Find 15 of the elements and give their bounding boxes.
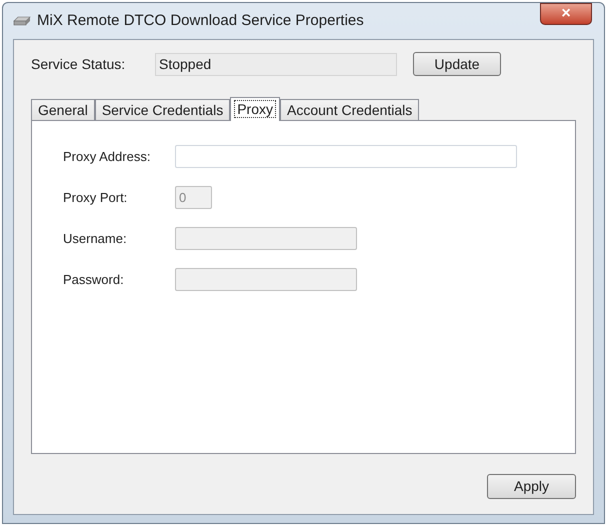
field-label: Password: — [63, 270, 125, 289]
tab[interactable]: Service Credentials — [94, 99, 230, 120]
status-label: Service Status: — [31, 54, 126, 74]
apply-button[interactable]: Apply — [487, 474, 576, 499]
text-field[interactable] — [175, 145, 517, 168]
tab[interactable]: Account Credentials — [280, 99, 420, 120]
field-label: Proxy Port: — [63, 188, 128, 207]
tab[interactable]: General — [31, 99, 95, 120]
status-field: Stopped — [155, 52, 397, 76]
drive-icon — [13, 15, 31, 27]
window-title: MiX Remote DTCO Download Service Properties — [37, 10, 364, 31]
field-label: Username: — [63, 230, 128, 248]
tab[interactable]: Proxy — [230, 97, 280, 121]
update-button[interactable]: Update — [413, 52, 501, 76]
field-label: Proxy Address: — [63, 148, 152, 166]
